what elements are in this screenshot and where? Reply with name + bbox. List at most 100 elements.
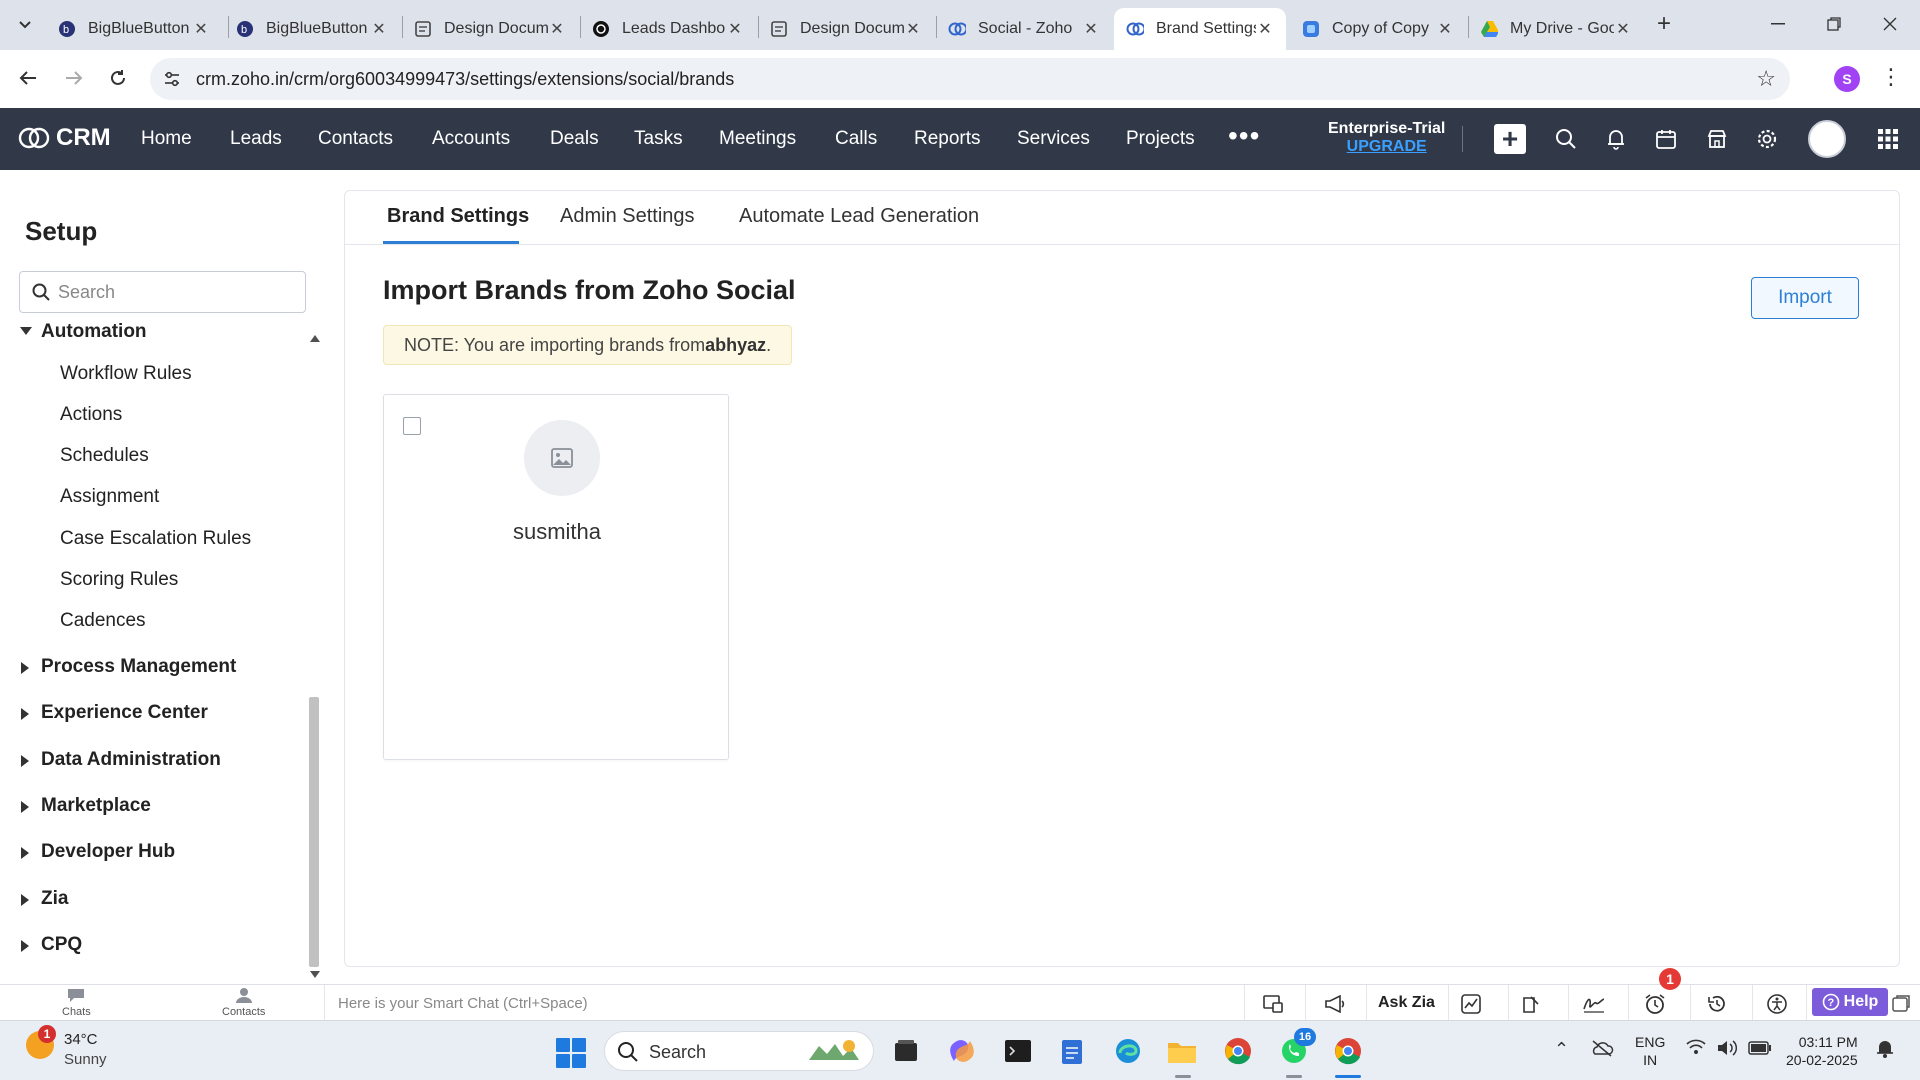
notepad-icon[interactable] <box>1056 1035 1088 1067</box>
user-avatar[interactable] <box>1808 120 1846 158</box>
url-text[interactable]: crm.zoho.in/crm/org60034999473/settings/… <box>196 69 734 90</box>
help-button[interactable]: ? Help <box>1812 988 1888 1016</box>
history-icon[interactable] <box>1706 993 1728 1015</box>
taskbar-search[interactable]: Search <box>604 1031 874 1071</box>
caret-down-icon[interactable] <box>20 327 32 335</box>
system-clock[interactable]: 03:11 PM 20-02-2025 <box>1786 1033 1858 1069</box>
edge-browser-icon[interactable] <box>1112 1035 1144 1067</box>
sidebar-scrollbar[interactable] <box>307 330 321 978</box>
nav-accounts[interactable]: Accounts <box>432 128 510 150</box>
setup-search-input[interactable] <box>58 280 288 304</box>
browser-tab-9[interactable]: My Drive - Google Drive ✕ <box>1468 8 1644 50</box>
browser-tab-6[interactable]: Social - Zoho ✕ <box>936 8 1112 50</box>
brand-select-checkbox[interactable] <box>403 417 421 435</box>
caret-right-icon[interactable] <box>21 662 29 674</box>
import-button[interactable]: Import <box>1751 277 1859 319</box>
accessibility-icon[interactable] <box>1766 993 1788 1015</box>
upgrade-link[interactable]: UPGRADE <box>1328 138 1445 156</box>
caret-right-icon[interactable] <box>21 708 29 720</box>
browser-tab-3[interactable]: Design Document ✕ <box>402 8 578 50</box>
nav-leads[interactable]: Leads <box>230 128 282 150</box>
scroll-up-icon[interactable] <box>310 335 320 342</box>
browser-tab-4[interactable]: Leads Dashboard ✕ <box>580 8 756 50</box>
forward-button[interactable] <box>56 60 92 96</box>
chrome-profile-icon[interactable] <box>1332 1035 1364 1067</box>
nav-contacts[interactable]: Contacts <box>318 128 393 150</box>
caret-right-icon[interactable] <box>21 801 29 813</box>
caret-right-icon[interactable] <box>21 940 29 952</box>
ask-zia-button[interactable]: Ask Zia <box>1378 994 1435 1012</box>
close-icon[interactable]: ✕ <box>548 20 566 38</box>
nav-reports[interactable]: Reports <box>914 128 981 150</box>
app-grid-icon[interactable] <box>1876 127 1900 151</box>
onedrive-offline-icon[interactable] <box>1590 1039 1614 1062</box>
weather-temperature[interactable]: 34°C <box>64 1031 98 1048</box>
language-indicator[interactable]: ENG IN <box>1635 1033 1665 1069</box>
sidebar-item-scoring-rules[interactable]: Scoring Rules <box>60 569 178 591</box>
back-button[interactable] <box>10 60 46 96</box>
quick-create-button[interactable]: + <box>1494 124 1526 154</box>
omnibox[interactable]: crm.zoho.in/crm/org60034999473/settings/… <box>150 58 1790 100</box>
bookmark-star-icon[interactable]: ☆ <box>1756 66 1776 92</box>
marketplace-icon[interactable] <box>1705 127 1729 151</box>
sidebar-section-cpq[interactable]: CPQ <box>41 934 82 956</box>
alarm-clock-icon[interactable] <box>1644 993 1666 1015</box>
battery-icon[interactable] <box>1748 1039 1772 1060</box>
caret-right-icon[interactable] <box>21 894 29 906</box>
nav-home[interactable]: Home <box>141 128 192 150</box>
nav-calls[interactable]: Calls <box>835 128 877 150</box>
sidebar-item-schedules[interactable]: Schedules <box>60 445 149 467</box>
close-icon[interactable]: ✕ <box>1082 20 1100 38</box>
tab-brand-settings[interactable]: Brand Settings <box>387 205 529 228</box>
crm-logo[interactable]: CRM <box>18 124 111 152</box>
sidebar-section-marketplace[interactable]: Marketplace <box>41 795 151 817</box>
smart-chat-input[interactable]: Here is your Smart Chat (Ctrl+Space) <box>338 995 588 1012</box>
brand-card[interactable]: susmitha <box>383 394 729 760</box>
nav-meetings[interactable]: Meetings <box>719 128 796 150</box>
close-icon[interactable]: ✕ <box>370 20 388 38</box>
site-settings-icon[interactable] <box>162 69 182 89</box>
search-icon[interactable] <box>1554 127 1578 151</box>
browser-tab-5[interactable]: Design Document ✕ <box>758 8 934 50</box>
browser-tab-8[interactable]: Copy of Copy ✕ <box>1290 8 1466 50</box>
new-tab-button[interactable]: + <box>1650 10 1678 38</box>
sidebar-item-cadences[interactable]: Cadences <box>60 610 146 632</box>
browser-menu-icon[interactable]: ⋮ <box>1880 64 1902 90</box>
sidebar-item-workflow-rules[interactable]: Workflow Rules <box>60 363 192 385</box>
browser-tab-2[interactable]: b BigBlueButton ✕ <box>224 8 400 50</box>
more-modules-icon[interactable]: ••• <box>1228 120 1260 152</box>
signature-icon[interactable] <box>1582 993 1604 1015</box>
sidebar-item-actions[interactable]: Actions <box>60 404 122 426</box>
nav-tasks[interactable]: Tasks <box>634 128 683 150</box>
scrollbar-thumb[interactable] <box>309 697 319 967</box>
tray-overflow-chevron-icon[interactable]: ⌃ <box>1554 1039 1569 1060</box>
notes-icon[interactable] <box>1520 993 1542 1015</box>
sidebar-section-data-administration[interactable]: Data Administration <box>41 749 221 771</box>
tab-automate-lead-generation[interactable]: Automate Lead Generation <box>739 205 979 228</box>
contacts-button[interactable]: Contacts <box>222 987 265 1018</box>
screen-share-icon[interactable] <box>1262 993 1284 1015</box>
notifications-bell-icon[interactable] <box>1604 127 1628 151</box>
sidebar-item-case-escalation-rules[interactable]: Case Escalation Rules <box>60 528 251 550</box>
sidebar-section-automation[interactable]: Automation <box>41 321 147 343</box>
restore-button[interactable] <box>1806 0 1862 48</box>
browser-profile-avatar[interactable]: S <box>1834 66 1860 92</box>
settings-gear-icon[interactable] <box>1755 127 1779 151</box>
nav-projects[interactable]: Projects <box>1126 128 1195 150</box>
close-icon[interactable]: ✕ <box>904 20 922 38</box>
wifi-icon[interactable] <box>1686 1039 1706 1060</box>
close-icon[interactable]: ✕ <box>192 20 210 38</box>
chat-window-icon[interactable] <box>1890 993 1912 1015</box>
sidebar-section-zia[interactable]: Zia <box>41 888 68 910</box>
browser-tab-7-active[interactable]: Brand Settings ✕ <box>1114 8 1286 50</box>
close-icon[interactable]: ✕ <box>1256 20 1274 38</box>
sidebar-section-developer-hub[interactable]: Developer Hub <box>41 841 175 863</box>
close-icon[interactable]: ✕ <box>1436 20 1454 38</box>
nav-services[interactable]: Services <box>1017 128 1090 150</box>
announcement-megaphone-icon[interactable] <box>1324 993 1346 1015</box>
notification-bell-icon[interactable] <box>1876 1039 1894 1064</box>
file-explorer-icon[interactable] <box>1166 1035 1198 1067</box>
calendar-icon[interactable] <box>1654 127 1678 151</box>
nav-deals[interactable]: Deals <box>550 128 599 150</box>
tab-admin-settings[interactable]: Admin Settings <box>560 205 695 228</box>
